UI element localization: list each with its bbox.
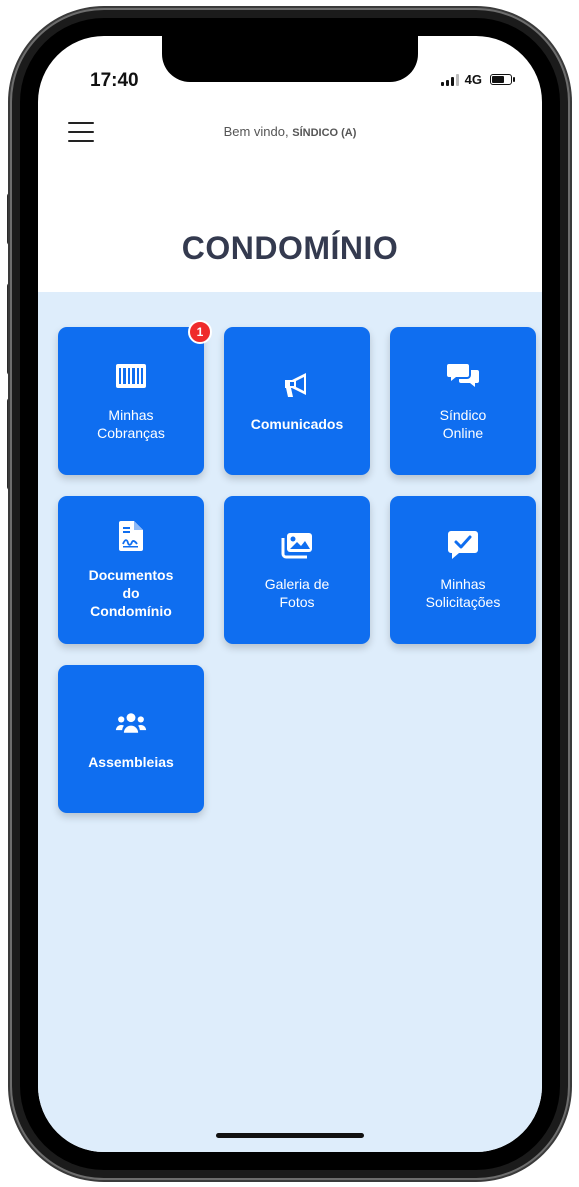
tile-assembleias[interactable]: Assembleias <box>58 665 204 813</box>
barcode-icon <box>115 360 147 392</box>
tile-sindico-online[interactable]: Síndico Online <box>390 327 536 475</box>
megaphone-icon <box>281 369 313 401</box>
status-bar: 17:40 4G <box>38 36 542 106</box>
notification-badge: 1 <box>188 320 212 344</box>
phone-frame: 17:40 4G Bem vindo, SÍNDICO (A) CONDOMÍN… <box>12 10 568 1178</box>
signal-icon <box>440 73 459 86</box>
photo-gallery-icon <box>281 529 313 561</box>
welcome-text: Bem vindo, <box>223 124 289 139</box>
status-time: 17:40 <box>90 70 139 91</box>
tile-documentos-condominio[interactable]: Documentos do Condomínio <box>58 496 204 644</box>
device-mockup: 17:40 4G Bem vindo, SÍNDICO (A) CONDOMÍN… <box>0 0 579 1187</box>
tile-label: Assembleias <box>88 754 174 770</box>
tile-label: Documentos do Condomínio <box>88 567 174 619</box>
phone-screen: 17:40 4G Bem vindo, SÍNDICO (A) CONDOMÍN… <box>38 36 542 1152</box>
tile-label: Minhas Solicitações <box>425 576 501 610</box>
tile-label: Síndico Online <box>439 407 487 441</box>
checked-message-icon <box>447 529 479 561</box>
main-content: Minhas Cobranças 1 Comunicados Síndico O… <box>38 292 542 1152</box>
tile-galeria-fotos[interactable]: Galeria de Fotos <box>224 496 370 644</box>
user-name: SÍNDICO (A) <box>292 127 357 139</box>
tile-label: Comunicados <box>250 416 344 432</box>
welcome-message: Bem vindo, SÍNDICO (A) <box>38 124 542 139</box>
tile-minhas-solicitacoes[interactable]: Minhas Solicitações <box>390 496 536 644</box>
tile-label: Minhas Cobranças <box>97 407 165 441</box>
page-title: CONDOMÍNIO <box>181 230 399 266</box>
status-indicators: 4G <box>440 72 515 87</box>
notch <box>162 36 418 82</box>
tile-label: Galeria de Fotos <box>264 576 330 610</box>
network-label: 4G <box>464 72 482 87</box>
menu-grid: Minhas Cobranças 1 Comunicados Síndico O… <box>58 320 536 813</box>
home-indicator[interactable] <box>216 1133 364 1138</box>
users-group-icon <box>115 707 147 739</box>
battery-icon <box>490 74 515 85</box>
tile-minhas-cobrancas[interactable]: Minhas Cobranças 1 <box>58 320 212 475</box>
chat-bubbles-icon <box>447 360 479 392</box>
document-icon <box>115 520 147 552</box>
tile-comunicados[interactable]: Comunicados <box>224 327 370 475</box>
